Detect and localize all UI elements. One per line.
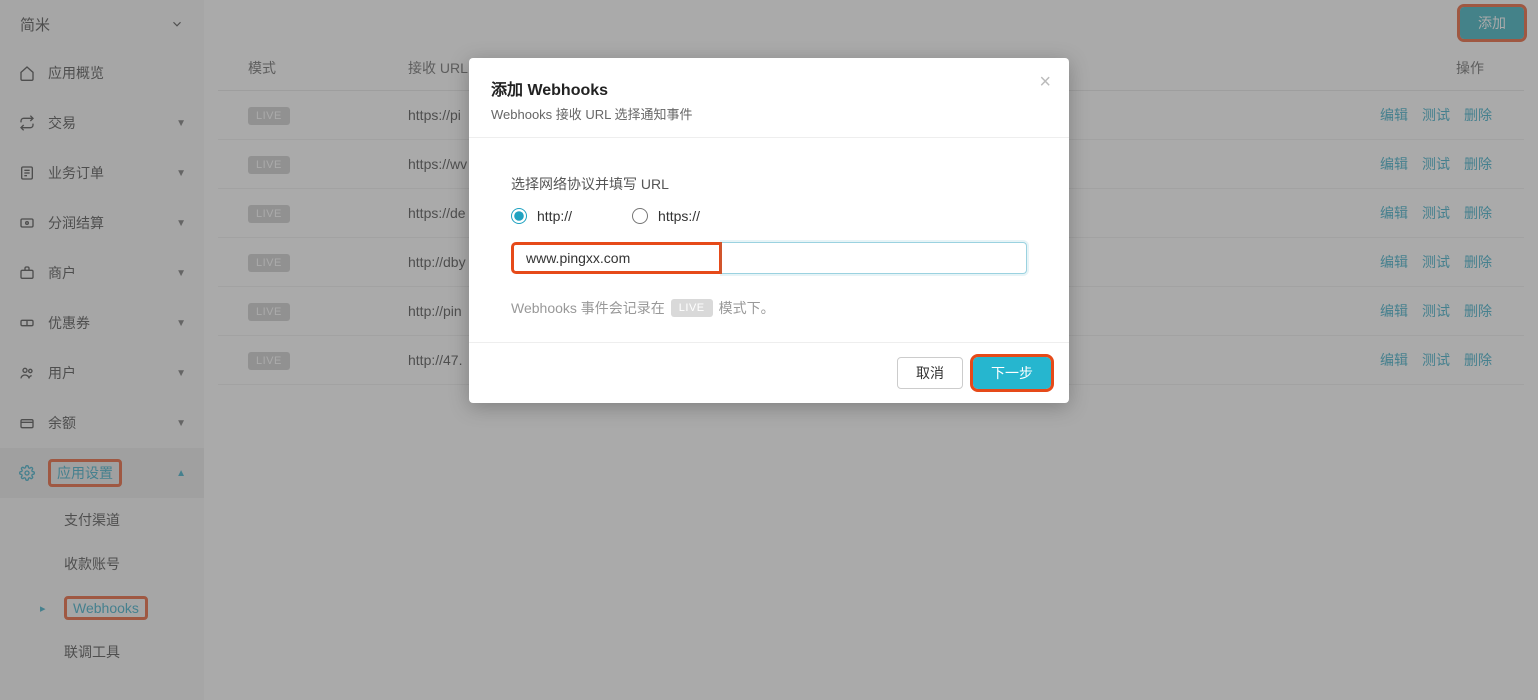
radio-http-label: http:// (537, 208, 572, 224)
modal-header: 添加 Webhooks Webhooks 接收 URL 选择通知事件 × (469, 58, 1069, 138)
cancel-button[interactable]: 取消 (897, 357, 963, 389)
radio-https[interactable]: https:// (632, 208, 700, 224)
url-prefix-input[interactable] (511, 242, 722, 274)
radio-http-input[interactable] (511, 208, 527, 224)
mode-hint: Webhooks 事件会记录在 LIVE 模式下。 (511, 298, 1027, 318)
radio-https-input[interactable] (632, 208, 648, 224)
live-badge: LIVE (671, 299, 713, 317)
hint-text-before: Webhooks 事件会记录在 (511, 298, 665, 318)
protocol-label: 选择网络协议并填写 URL (511, 174, 1027, 194)
url-input-row (511, 242, 1027, 274)
modal-body: 选择网络协议并填写 URL http:// https:// Webhooks … (469, 138, 1069, 342)
add-webhook-modal: 添加 Webhooks Webhooks 接收 URL 选择通知事件 × 选择网… (469, 58, 1069, 403)
protocol-radio-group: http:// https:// (511, 208, 1027, 224)
modal-footer: 取消 下一步 (469, 342, 1069, 403)
modal-subtitle: Webhooks 接收 URL 选择通知事件 (491, 104, 1047, 123)
radio-http[interactable]: http:// (511, 208, 572, 224)
hint-text-after: 模式下。 (719, 298, 775, 318)
modal-title: 添加 Webhooks (491, 76, 1047, 100)
url-path-input[interactable] (722, 242, 1027, 274)
modal-overlay: 添加 Webhooks Webhooks 接收 URL 选择通知事件 × 选择网… (0, 0, 1538, 700)
close-icon[interactable]: × (1039, 72, 1051, 92)
next-button[interactable]: 下一步 (973, 357, 1051, 389)
radio-https-label: https:// (658, 208, 700, 224)
